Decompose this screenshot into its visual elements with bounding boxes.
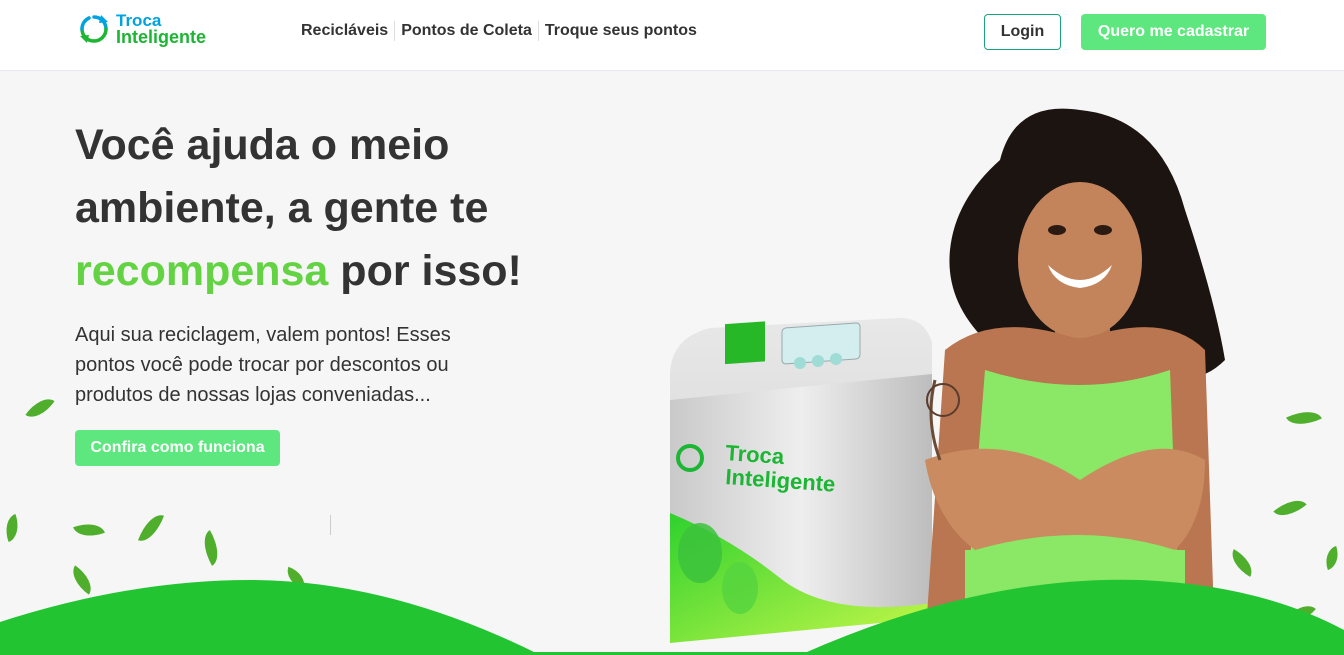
leaf-icon — [1273, 492, 1307, 524]
brand-logo[interactable]: Troca Inteligente — [77, 12, 206, 46]
brand-line2: Inteligente — [116, 27, 207, 47]
leaf-icon — [73, 517, 105, 543]
main-nav: Recicláveis Pontos de Coleta Troque seus… — [295, 21, 703, 41]
recycle-arrows-icon — [80, 15, 108, 43]
hero-title: Você ajuda o meio ambiente, a gente te r… — [75, 114, 595, 303]
leaf-icon — [0, 513, 24, 543]
signup-button[interactable]: Quero me cadastrar — [1081, 14, 1266, 50]
leaf-icon — [1321, 545, 1343, 571]
how-it-works-button[interactable]: Confira como funciona — [75, 430, 280, 466]
nav-link-troque-seus-pontos[interactable]: Troque seus pontos — [539, 22, 703, 40]
nav-link-pontos-de-coleta[interactable]: Pontos de Coleta — [395, 22, 538, 40]
leaf-icon — [196, 530, 226, 566]
hero-title-part2: por isso! — [340, 247, 522, 295]
decorative-divider — [330, 515, 331, 535]
hero-description: Aqui sua reciclagem, valem pontos! Esses… — [75, 324, 451, 406]
nav-link-reciclaveis[interactable]: Recicláveis — [295, 22, 394, 40]
leaf-icon — [138, 510, 164, 546]
login-button[interactable]: Login — [984, 14, 1061, 50]
hero-title-part1: Você ajuda o meio ambiente, a gente te — [75, 121, 489, 232]
green-hills-decoration — [0, 579, 1344, 655]
leaf-icon — [25, 391, 55, 425]
leaf-icon — [1286, 403, 1322, 433]
smiling-woman-photo — [925, 108, 1225, 645]
hero-title-accent: recompensa — [75, 247, 329, 295]
brand-name: Troca Inteligente — [116, 12, 207, 47]
site-header: Troca Inteligente Recicláveis Pontos de … — [0, 0, 1344, 71]
